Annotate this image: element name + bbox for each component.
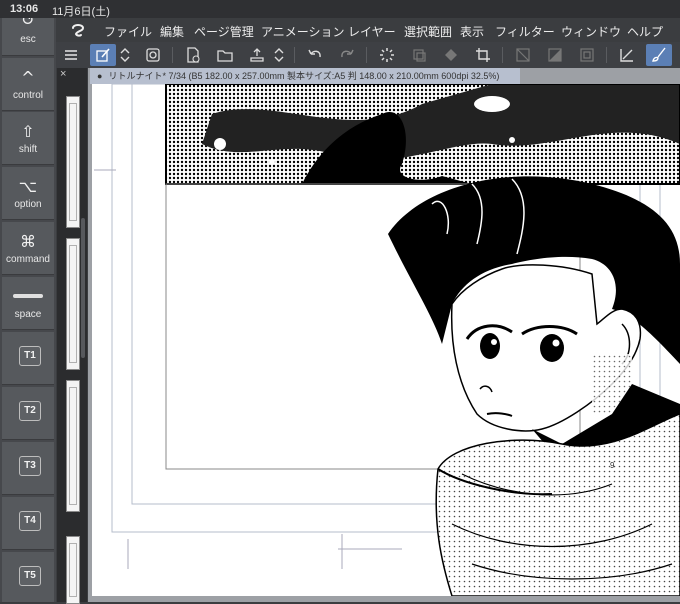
crop-icon[interactable]	[470, 44, 496, 66]
toggle-key-t4-label: T4	[19, 511, 41, 531]
toggle-key-t1-label: T1	[19, 346, 41, 366]
toolbar-divider	[172, 47, 173, 63]
menu-selection[interactable]: 選択範囲	[404, 23, 452, 40]
toggle-key-t5[interactable]: T5	[2, 552, 54, 603]
snap-icon[interactable]	[542, 44, 568, 66]
command-key[interactable]: ⌘ command	[2, 222, 54, 275]
fill-icon[interactable]	[438, 44, 464, 66]
menu-window[interactable]: ウィンドウ	[561, 23, 621, 40]
toolbar-divider	[294, 47, 295, 63]
chevron-updown-icon-2[interactable]	[272, 44, 286, 66]
menu-edit[interactable]: 編集	[160, 23, 184, 40]
open-folder-icon[interactable]	[212, 44, 238, 66]
command-icon: ⌘	[20, 232, 36, 251]
toolbar-divider	[606, 47, 607, 63]
menu-help[interactable]: ヘルプ	[627, 23, 663, 40]
manga-artwork: 9	[94, 84, 680, 596]
menu-page-management[interactable]: ページ管理	[194, 23, 254, 40]
page-thumbnail[interactable]	[66, 536, 80, 604]
shift-icon: ⇧	[21, 122, 35, 141]
page-thumbnail[interactable]	[66, 238, 80, 370]
canvas-page[interactable]: 9	[92, 84, 680, 596]
toolbar-divider	[366, 47, 367, 63]
option-key[interactable]: ⌥ option	[2, 167, 54, 220]
transform-icon[interactable]	[406, 44, 432, 66]
space-key-label: space	[14, 309, 42, 320]
toggle-key-t5-label: T5	[19, 566, 41, 586]
grid-icon[interactable]	[574, 44, 600, 66]
status-bar: 13:06 11月6日(土)	[0, 0, 680, 18]
shift-key-label: shift	[18, 144, 38, 155]
page-thumbnail[interactable]	[66, 96, 80, 228]
status-time: 13:06	[10, 3, 39, 15]
menu-filter[interactable]: フィルター	[495, 23, 555, 40]
close-icon[interactable]: ×	[60, 68, 66, 80]
brush-icon[interactable]	[646, 44, 672, 66]
menu-icon[interactable]	[58, 44, 84, 66]
toggle-key-t3[interactable]: T3	[2, 442, 54, 495]
page-thumbnail[interactable]	[66, 380, 80, 512]
toggle-key-t2[interactable]: T2	[2, 387, 54, 440]
chevron-updown-icon[interactable]	[118, 44, 132, 66]
command-key-label: command	[6, 254, 50, 265]
app-logo-icon[interactable]	[70, 22, 86, 38]
esc-key-label: esc	[20, 34, 36, 45]
tab-dot-icon: ●	[97, 71, 103, 81]
toggle-key-t2-label: T2	[19, 401, 41, 421]
modifier-key-panel: ↺ esc ^ control ⇧ shift ⌥ option ⌘ comma…	[0, 0, 56, 603]
redo-icon[interactable]	[334, 44, 360, 66]
space-bar-icon	[13, 294, 43, 298]
page-number: 9	[610, 461, 615, 470]
command-bar	[56, 42, 680, 68]
document-title: リトルナイト* 7/34 (B5 182.00 x 257.00mm 製本サイズ…	[108, 71, 500, 81]
toggle-key-t4[interactable]: T4	[2, 497, 54, 550]
undo-icon[interactable]	[302, 44, 328, 66]
loading-icon[interactable]	[374, 44, 400, 66]
page-thumbnail-strip	[57, 68, 87, 604]
menu-view[interactable]: 表示	[460, 23, 484, 40]
export-icon[interactable]	[244, 44, 270, 66]
layers-icon[interactable]	[140, 44, 166, 66]
option-key-label: option	[14, 199, 42, 210]
page-strip-scrollbar[interactable]	[81, 218, 85, 358]
ruler-icon[interactable]	[510, 44, 536, 66]
edit-icon[interactable]	[90, 44, 116, 66]
menu-layer[interactable]: レイヤー	[348, 23, 396, 40]
control-icon: ^	[21, 68, 35, 87]
toggle-key-t1[interactable]: T1	[2, 332, 54, 385]
status-date: 11月6日(土)	[52, 6, 110, 18]
menu-animation[interactable]: アニメーション	[261, 23, 345, 40]
new-page-icon[interactable]	[180, 44, 206, 66]
space-key[interactable]: space	[2, 277, 54, 330]
document-tab[interactable]: ● リトルナイト* 7/34 (B5 182.00 x 257.00mm 製本サイ…	[90, 68, 520, 84]
menu-bar: ファイル 編集 ページ管理 アニメーション レイヤー 選択範囲 表示 フィルター…	[56, 18, 680, 42]
shift-key[interactable]: ⇧ shift	[2, 112, 54, 165]
pen-icon[interactable]	[614, 44, 640, 66]
toggle-key-t3-label: T3	[19, 456, 41, 476]
control-key[interactable]: ^ control	[2, 58, 54, 111]
menu-file[interactable]: ファイル	[104, 23, 152, 40]
option-icon: ⌥	[18, 177, 38, 196]
control-key-label: control	[12, 90, 43, 101]
toolbar-divider	[502, 47, 503, 63]
